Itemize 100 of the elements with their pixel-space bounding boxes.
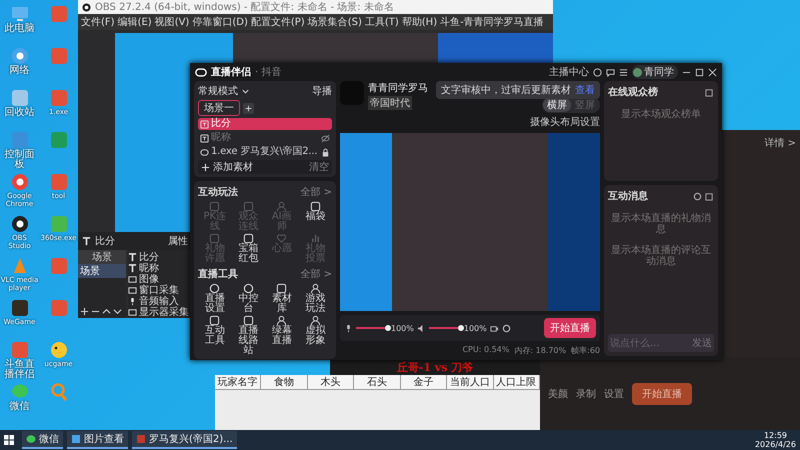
chevron-up-icon[interactable] <box>102 307 111 316</box>
microphone-icon[interactable] <box>344 324 353 332</box>
streamer-center-link[interactable]: 主播中心 <box>549 65 589 79</box>
text-icon <box>200 120 209 128</box>
start-live-button[interactable]: 开始直播 <box>544 318 596 338</box>
category-tag[interactable]: 帝国时代 <box>368 96 412 110</box>
scene-item[interactable]: 场景 <box>78 264 126 278</box>
window-icon <box>128 286 137 295</box>
properties-button[interactable]: 属性 <box>168 234 188 248</box>
source-item[interactable]: 比分 <box>139 252 159 263</box>
user-chip[interactable]: 青同学 <box>632 65 678 79</box>
menu-item[interactable]: 配置文件(P) <box>250 15 305 29</box>
eye-off-icon[interactable] <box>321 134 330 142</box>
source-item[interactable]: 音频输入 <box>139 296 179 307</box>
volume-reading: 100% <box>391 324 414 332</box>
app-logo-icon <box>195 68 207 76</box>
tool-button[interactable]: 录制 <box>576 387 596 401</box>
source-item[interactable]: 窗口采集 <box>139 285 179 296</box>
section-title: 互动玩法 <box>198 186 238 199</box>
monitor-icon[interactable] <box>10 4 30 24</box>
feature-button[interactable]: 福袋 <box>298 201 332 232</box>
menu-item[interactable]: 编辑(E) <box>118 15 152 29</box>
tool-button[interactable]: 设置 <box>604 387 624 401</box>
status-reading: 内存: 18.70% <box>514 345 566 356</box>
text-icon <box>200 134 209 142</box>
add-icon[interactable] <box>80 307 89 316</box>
menu-item[interactable]: 停靠窗口(D) <box>192 15 248 29</box>
feature-button[interactable]: 游戏玩法 <box>298 283 332 314</box>
feature-button[interactable]: 直播设置 <box>198 283 232 314</box>
pop-out-icon[interactable] <box>705 192 714 200</box>
pop-out-icon[interactable] <box>705 88 714 96</box>
view-all-link[interactable]: 全部 > <box>300 267 332 281</box>
menu-item[interactable]: 文件(F) <box>81 15 115 29</box>
taskbar-button[interactable]: 罗马复兴(帝国2)... <box>132 431 237 449</box>
add-icon[interactable] <box>201 162 210 172</box>
orientation-toggle[interactable]: 横屏 <box>543 98 571 112</box>
windows-logo-icon[interactable] <box>4 435 14 445</box>
image-icon <box>71 434 81 444</box>
obs-logo-icon[interactable] <box>10 214 30 234</box>
streamer-name: 青青同学罗马 <box>368 82 428 95</box>
maximize-icon[interactable] <box>695 68 704 76</box>
monitor-icon <box>128 308 137 317</box>
menu-item[interactable]: 斗鱼-青青同学罗马直播 <box>440 15 544 29</box>
empty-hint: 显示本场直播的评论互动消息 <box>610 245 712 267</box>
empty-hint: 显示本场观众榜单 <box>620 109 702 120</box>
chevron-down-icon[interactable] <box>113 307 122 316</box>
add-source-button[interactable]: 添加素材 <box>213 160 253 174</box>
tool-button[interactable]: 美颜 <box>548 387 568 401</box>
text-icon <box>82 236 91 246</box>
menu-icon[interactable] <box>619 68 628 76</box>
dock-header: 场景 <box>78 250 126 264</box>
lock-icon[interactable] <box>321 148 330 156</box>
game-logo-icon[interactable] <box>10 298 30 318</box>
bar-chart-icon <box>310 233 321 244</box>
globe-icon[interactable] <box>10 46 30 66</box>
details-link[interactable]: 详情 > <box>764 136 796 148</box>
feature-button[interactable]: 中控台 <box>232 283 265 314</box>
selected-source-name: 比分 <box>95 234 115 248</box>
feature-button[interactable]: 互动工具 <box>198 315 232 356</box>
menu-item[interactable]: 工具(T) <box>364 15 399 29</box>
camera-layout-link[interactable]: 摄像头布局设置 <box>530 115 600 129</box>
microphone-icon <box>128 297 137 306</box>
source-item[interactable]: 1.exe 罗马复兴\帝国2... <box>198 146 332 158</box>
image-icon <box>128 275 137 284</box>
feature-button[interactable]: 素材库 <box>265 283 298 314</box>
source-item[interactable]: 比分 <box>198 118 332 130</box>
column-header: 食物 <box>261 375 308 389</box>
column-header: 当前人口 <box>447 375 494 389</box>
source-item[interactable]: 显示器采集 <box>139 307 189 318</box>
app-title: 直播伴侣 <box>211 66 251 79</box>
feature-button[interactable]: 直播线路站 <box>232 315 265 356</box>
feature-button[interactable]: 宝箱红包 <box>232 233 265 264</box>
menu-item[interactable]: 视图(V) <box>154 15 190 29</box>
add-scene-icon[interactable] <box>243 102 254 114</box>
text-icon <box>128 264 137 273</box>
director-button[interactable]: 导播 <box>312 84 332 98</box>
close-icon[interactable] <box>708 68 717 76</box>
panel-title: 互动消息 <box>608 190 648 203</box>
scene-tab[interactable]: 场景一 <box>198 100 240 116</box>
heart-icon <box>276 233 288 244</box>
view-all-link[interactable]: 全部 > <box>300 185 332 199</box>
menu-item[interactable]: 帮助(H) <box>402 15 438 29</box>
feature-button[interactable]: 虚拟形象 <box>298 315 332 356</box>
source-item[interactable]: 昵称 <box>139 263 159 274</box>
taskbar-button[interactable]: 微信 <box>22 431 63 449</box>
source-item[interactable]: 图像 <box>139 274 159 285</box>
taskbar-button[interactable]: 图片查看 <box>67 431 128 449</box>
clock[interactable]: 12:59 2026/4/26 <box>754 431 796 449</box>
browser-logo-icon[interactable] <box>10 172 30 192</box>
person-icon <box>276 315 288 326</box>
mode-dropdown[interactable]: 常规模式 <box>198 84 238 98</box>
message-icon[interactable] <box>606 68 615 76</box>
status-reading: CPU: 0.54% <box>462 345 510 356</box>
menu-item[interactable]: 场景集合(S) <box>308 15 362 29</box>
column-header: 玩家名字 <box>215 375 262 389</box>
chat-bubble-icon <box>26 434 36 444</box>
clear-button[interactable]: 清空 <box>309 160 329 174</box>
feature-button[interactable]: 绿幕直播 <box>265 315 298 356</box>
start-live-button[interactable]: 开始直播 <box>632 383 692 405</box>
app-icon <box>136 434 146 444</box>
